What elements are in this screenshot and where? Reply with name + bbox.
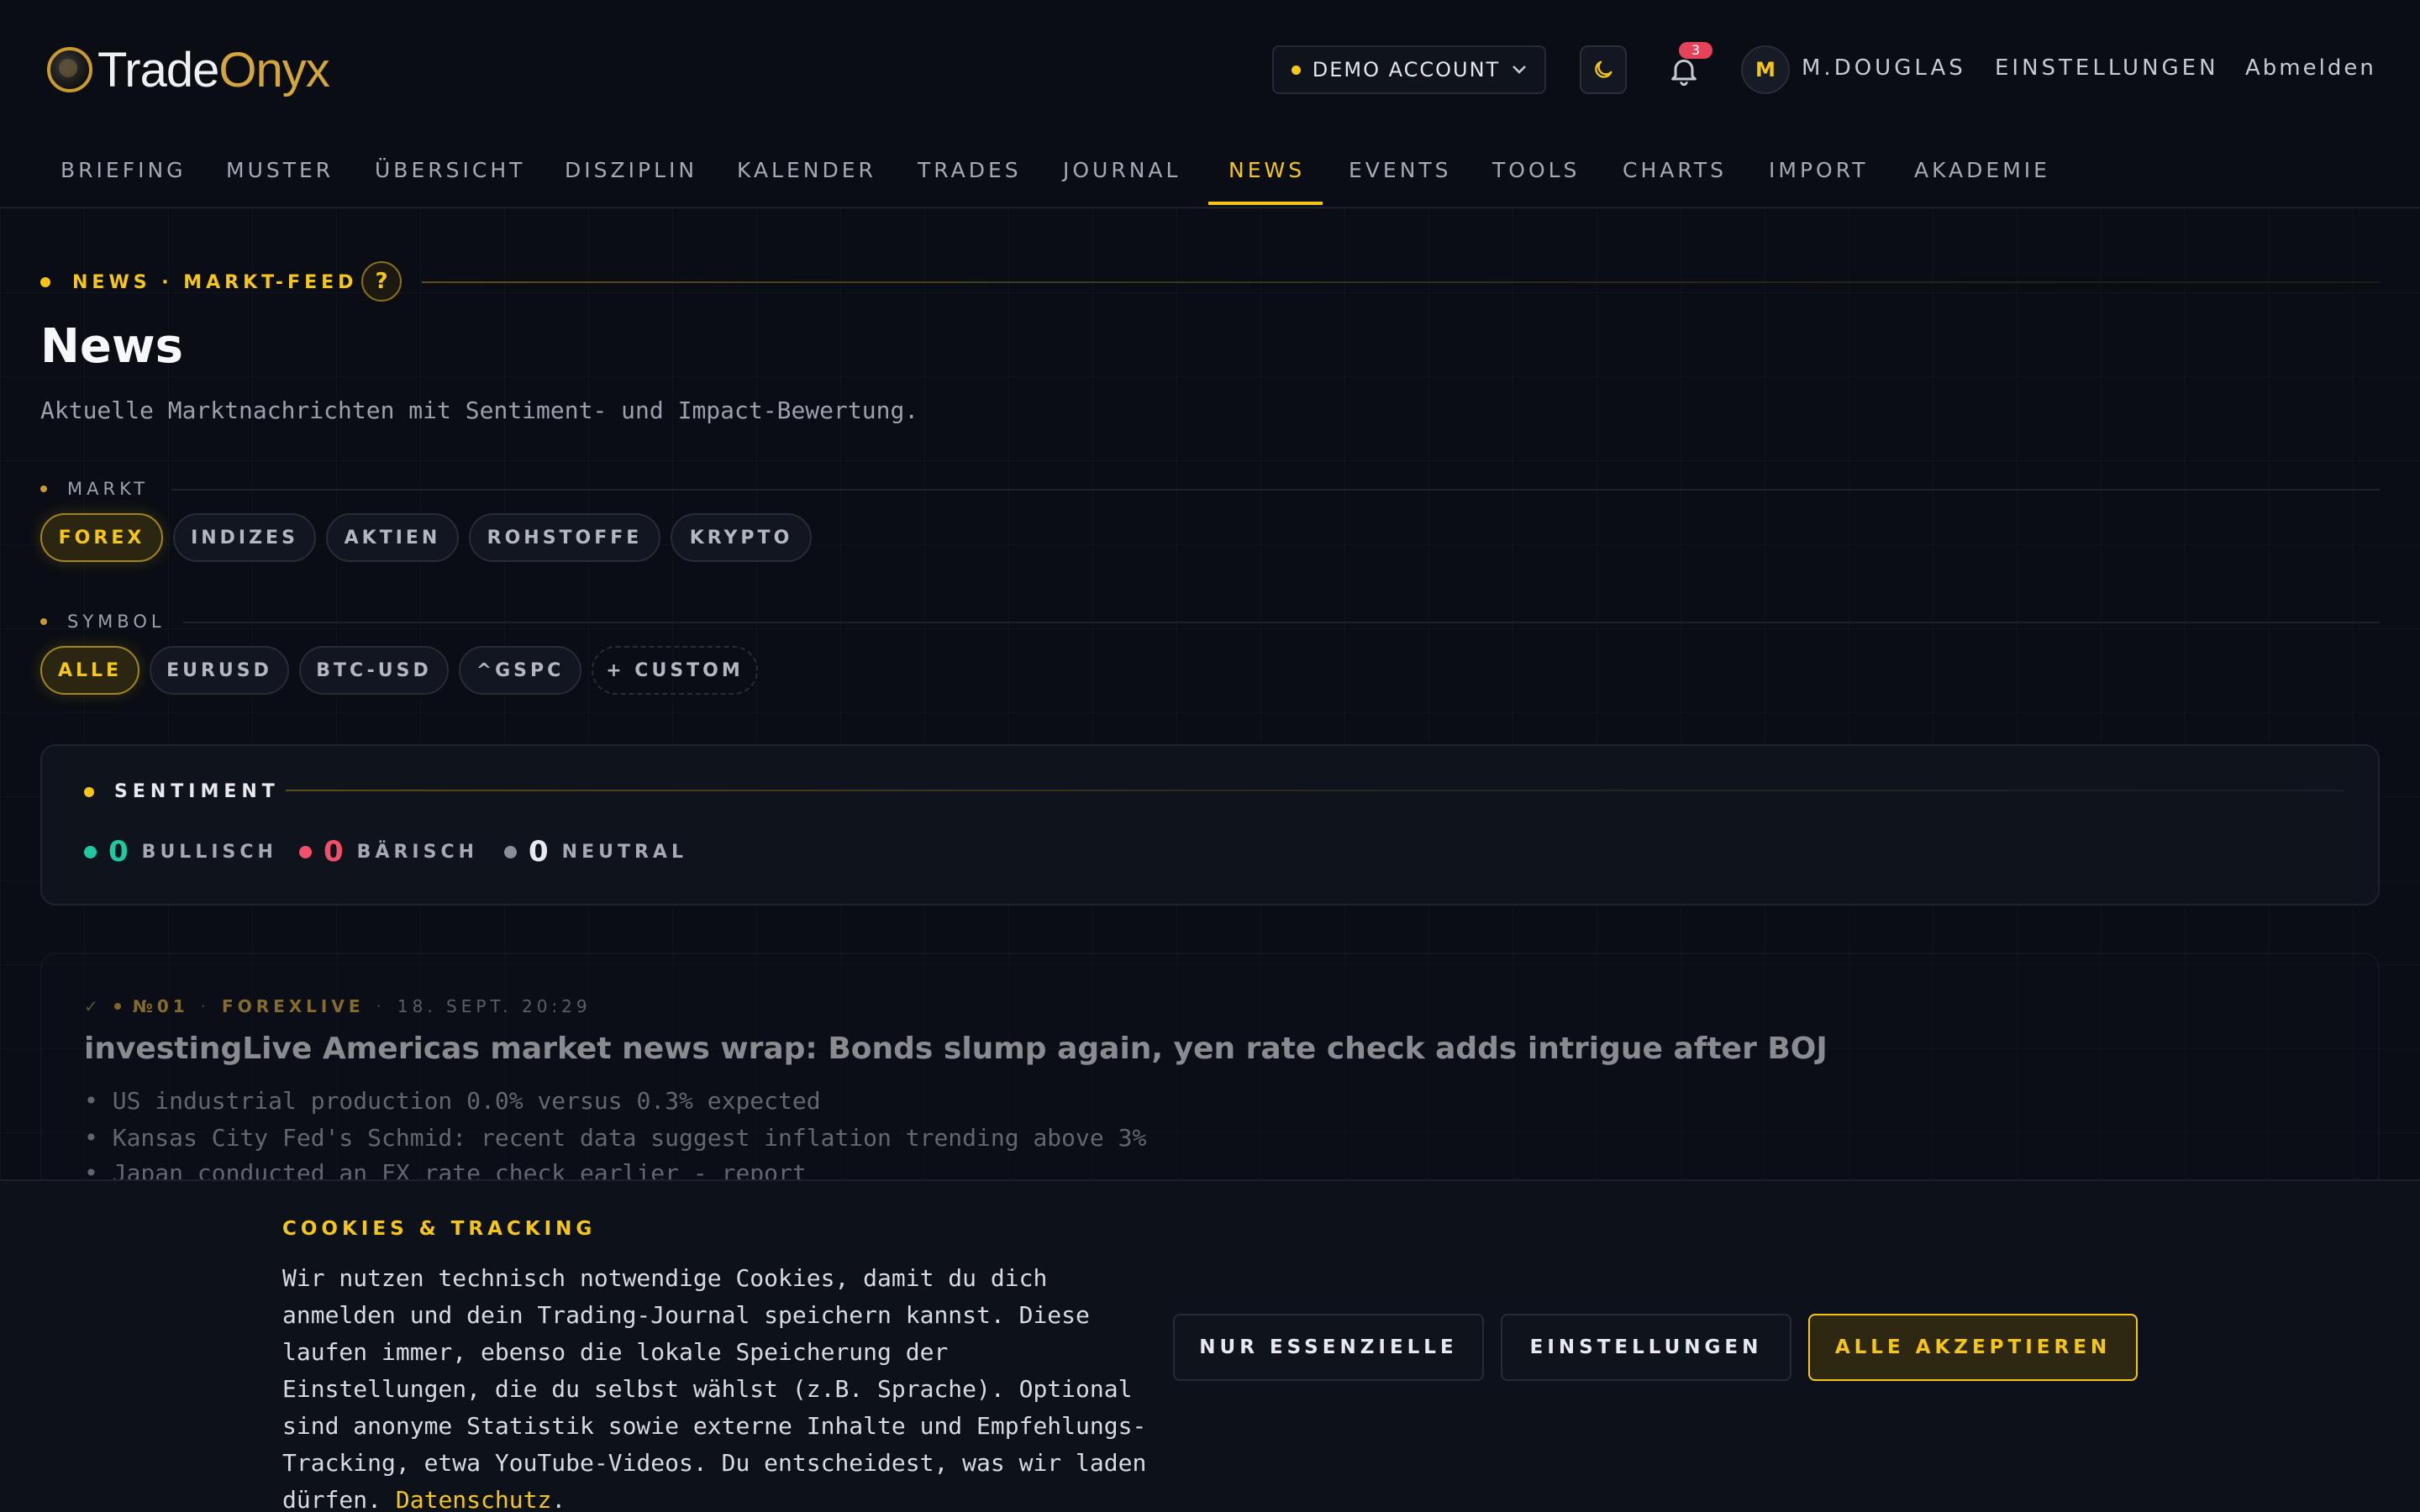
sentiment-card: SENTIMENT 0 BULLISCH 0 BÄRISCH 0 NEUTRAL <box>40 744 2380 906</box>
symbol-label-dot <box>40 618 47 625</box>
tab-disziplin[interactable]: DISZIPLIN <box>565 158 697 182</box>
bearish-dot <box>299 845 312 858</box>
eyebrow-label: NEWS · MARKT-FEED <box>72 271 358 293</box>
market-filter-label: MARKT <box>40 477 149 501</box>
tab-briefing[interactable]: BRIEFING <box>60 158 187 182</box>
chip-eurusd[interactable]: EURUSD <box>150 646 289 695</box>
page-title: News <box>40 319 183 374</box>
neutral-dot <box>504 845 517 858</box>
chip-forex[interactable]: FOREX <box>40 513 163 562</box>
cookie-banner: COOKIES & TRACKING Wir nutzen technisch … <box>0 1179 2420 1512</box>
chip-gspc[interactable]: ^GSPC <box>459 646 581 695</box>
market-label-dot <box>40 486 47 492</box>
essential-only-button[interactable]: NUR ESSENZIELLE <box>1173 1314 1484 1381</box>
top-header: TradeOnyx DEMO ACCOUNT 3 M M.DOUGLAS EIN… <box>0 0 2420 139</box>
sentiment-bearish: 0 BÄRISCH <box>299 835 478 869</box>
account-status-dot <box>1291 65 1301 75</box>
news-number: №01 <box>132 996 189 1016</box>
main-nav: BRIEFING MUSTER ÜBERSICHT DISZIPLIN KALE… <box>0 139 2420 208</box>
sentiment-header: SENTIMENT <box>84 781 280 802</box>
eyebrow-divider <box>422 281 2380 283</box>
chip-btc-usd[interactable]: BTC-USD <box>299 646 449 695</box>
chip-krypto[interactable]: KRYPTO <box>671 513 812 562</box>
news-dot <box>113 1003 121 1010</box>
theme-toggle-button[interactable] <box>1580 45 1627 94</box>
cookie-title: COOKIES & TRACKING <box>282 1218 597 1240</box>
logo-globe-icon <box>47 47 92 92</box>
sentiment-bullish: 0 BULLISCH <box>84 835 277 869</box>
tab-kalender[interactable]: KALENDER <box>737 158 876 182</box>
tab-akademie[interactable]: AKADEMIE <box>1914 158 2050 182</box>
chip-alle[interactable]: ALLE <box>40 646 139 695</box>
cookie-settings-button[interactable]: EINSTELLUNGEN <box>1501 1314 1791 1381</box>
moon-icon <box>1595 60 1612 78</box>
help-button[interactable]: ? <box>361 261 402 302</box>
tab-trades[interactable]: TRADES <box>918 158 1022 182</box>
tab-muster[interactable]: MUSTER <box>226 158 334 182</box>
tab-news[interactable]: NEWS <box>1228 158 1305 182</box>
symbol-divider <box>183 622 2380 623</box>
notification-badge: 3 <box>1679 42 1712 59</box>
news-source: FOREXLIVE <box>222 996 365 1016</box>
tab-events[interactable]: EVENTS <box>1349 158 1452 182</box>
avatar[interactable]: M <box>1741 45 1790 94</box>
sentiment-dot <box>84 786 94 797</box>
privacy-link[interactable]: Datenschutz <box>396 1486 551 1512</box>
chip-indizes[interactable]: INDIZES <box>173 513 316 562</box>
tab-charts[interactable]: CHARTS <box>1623 158 1727 182</box>
news-meta: ✓ №01 · FOREXLIVE · 18. SEPT. 20:29 <box>84 996 592 1016</box>
settings-link[interactable]: EINSTELLUNGEN <box>1995 55 2219 81</box>
tab-uebersicht[interactable]: ÜBERSICHT <box>375 158 525 182</box>
chip-rohstoffe[interactable]: ROHSTOFFE <box>469 513 660 562</box>
news-time: 18. SEPT. 20:29 <box>397 996 592 1016</box>
read-check-icon: ✓ <box>84 996 103 1016</box>
chevron-down-icon <box>1512 66 1527 74</box>
market-divider <box>171 489 2380 491</box>
news-bullet: • Kansas City Fed's Schmid: recent data … <box>84 1124 1147 1152</box>
page-subtitle: Aktuelle Marktnachrichten mit Sentiment-… <box>40 396 919 424</box>
tab-import[interactable]: IMPORT <box>1769 158 1869 182</box>
account-selector[interactable]: DEMO ACCOUNT <box>1272 45 1546 94</box>
bell-icon[interactable] <box>1667 54 1701 87</box>
sentiment-divider <box>286 790 2344 791</box>
symbol-filter-label: SYMBOL <box>40 610 166 633</box>
tab-tools[interactable]: TOOLS <box>1492 158 1580 182</box>
chip-aktien[interactable]: AKTIEN <box>326 513 459 562</box>
active-tab-indicator <box>1208 202 1323 205</box>
brand-logo[interactable]: TradeOnyx <box>47 42 330 97</box>
section-eyebrow: NEWS · MARKT-FEED <box>40 265 357 299</box>
add-custom-symbol-button[interactable]: + CUSTOM <box>592 646 758 695</box>
account-label: DEMO ACCOUNT <box>1312 58 1501 81</box>
brand-name: TradeOnyx <box>97 42 330 97</box>
news-title[interactable]: investingLive Americas market news wrap:… <box>84 1032 1828 1066</box>
news-bullet: • US industrial production 0.0% versus 0… <box>84 1087 821 1115</box>
cookie-text: Wir nutzen technisch notwendige Cookies,… <box>282 1264 1147 1512</box>
sentiment-neutral: 0 NEUTRAL <box>504 835 687 869</box>
logout-link[interactable]: Abmelden <box>2245 55 2376 81</box>
username-link[interactable]: M.DOUGLAS <box>1802 55 1966 81</box>
accept-all-button[interactable]: ALLE AKZEPTIEREN <box>1808 1314 2138 1381</box>
bullish-dot <box>84 845 97 858</box>
tab-journal[interactable]: JOURNAL <box>1063 158 1181 182</box>
eyebrow-dot <box>40 277 50 287</box>
